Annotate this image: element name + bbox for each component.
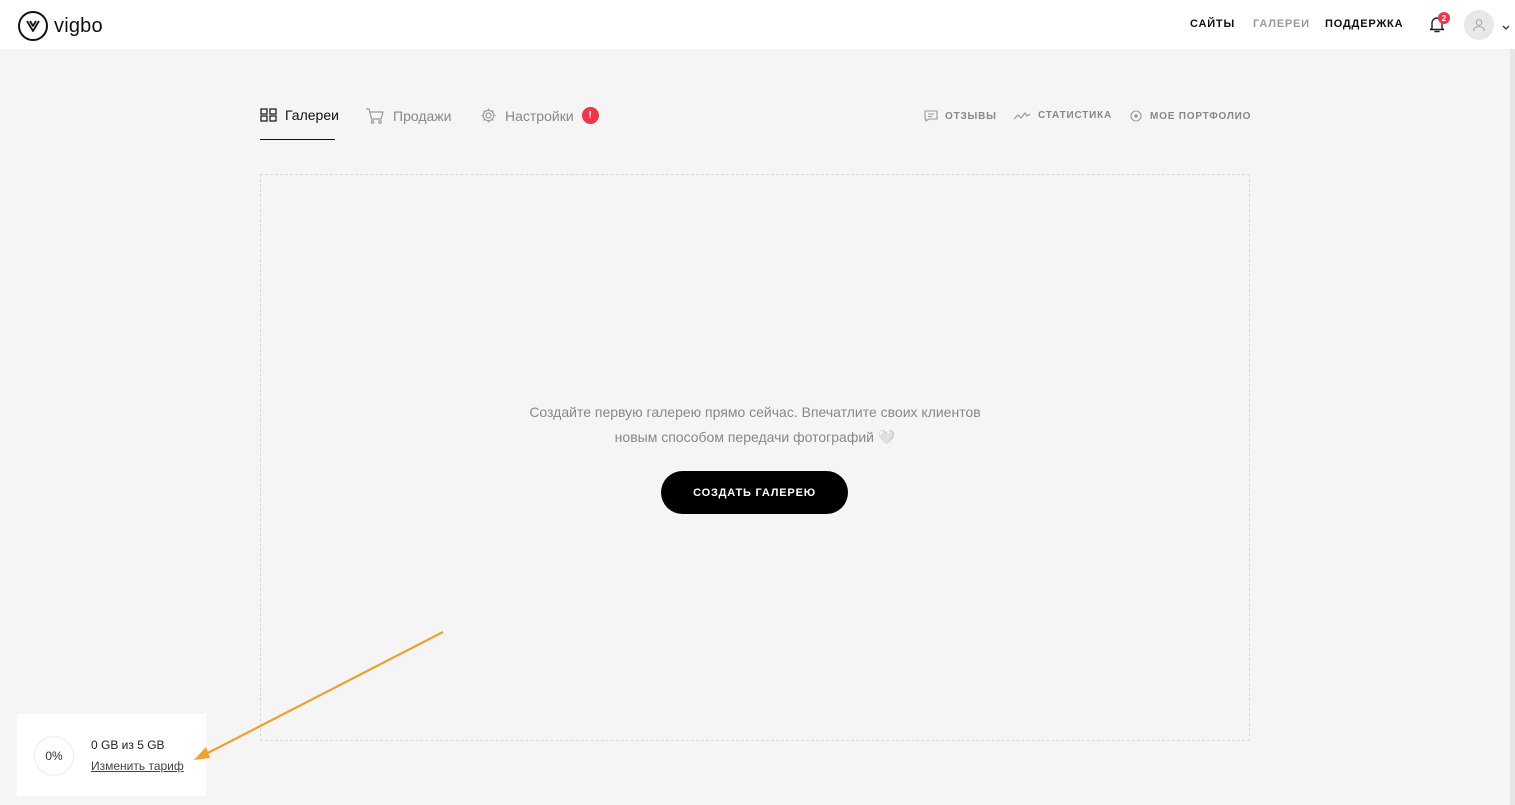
comment-icon [924, 110, 938, 122]
tab-settings[interactable]: Настройки ! [480, 107, 599, 124]
storage-percent: 0% [34, 736, 74, 776]
tab-galleries-label: Галереи [285, 107, 339, 123]
grid-icon [260, 108, 277, 122]
storage-usage-text: 0 GB из 5 GB [91, 738, 165, 752]
scrollbar[interactable] [1510, 49, 1515, 805]
gear-icon [481, 108, 496, 123]
portfolio-label: МОЕ ПОРТФОЛИО [1150, 110, 1252, 122]
cart-icon [366, 108, 384, 124]
top-bar: vigbo САЙТЫ ГАЛЕРЕИ ПОДДЕРЖКА 2 [0, 0, 1515, 49]
chart-icon [1013, 111, 1031, 119]
empty-state-message: Создайте первую галерею прямо сейчас. Вп… [260, 400, 1250, 450]
statistics-link[interactable]: СТАТИСТИКА [1013, 110, 1112, 121]
create-gallery-button[interactable]: СОЗДАТЬ ГАЛЕРЕЮ [661, 471, 848, 514]
empty-state-line-2: новым способом передачи фотографий 🤍 [614, 429, 896, 445]
brand-name: vigbo [54, 14, 103, 37]
nav-support[interactable]: ПОДДЕРЖКА [1325, 18, 1403, 30]
brand-logo[interactable]: vigbo [18, 11, 103, 41]
reviews-label: ОТЗЫВЫ [945, 110, 997, 122]
empty-state-line-1: Создайте первую галерею прямо сейчас. Вп… [529, 404, 981, 420]
user-icon [1472, 19, 1486, 32]
change-plan-link[interactable]: Изменить тариф [91, 759, 184, 773]
portfolio-link[interactable]: МОЕ ПОРТФОЛИО [1129, 110, 1251, 122]
active-tab-indicator [260, 139, 335, 140]
tab-settings-label: Настройки [505, 107, 574, 124]
nav-sites[interactable]: САЙТЫ [1190, 18, 1235, 30]
notification-badge: 2 [1438, 12, 1450, 24]
reviews-link[interactable]: ОТЗЫВЫ [924, 110, 997, 122]
logo-icon [18, 11, 48, 41]
tab-galleries[interactable]: Галереи [260, 107, 339, 123]
tab-sales[interactable]: Продажи [365, 107, 451, 125]
empty-gallery-area [260, 174, 1250, 741]
avatar[interactable] [1464, 10, 1494, 40]
statistics-label: СТАТИСТИКА [1038, 110, 1113, 121]
tab-sales-label: Продажи [393, 108, 452, 124]
storage-widget: 0% 0 GB из 5 GB Изменить тариф [17, 714, 206, 796]
settings-alert-badge: ! [581, 107, 599, 124]
chevron-down-icon[interactable] [1501, 19, 1511, 30]
nav-galleries[interactable]: ГАЛЕРЕИ [1253, 18, 1310, 30]
eye-icon [1130, 110, 1142, 122]
